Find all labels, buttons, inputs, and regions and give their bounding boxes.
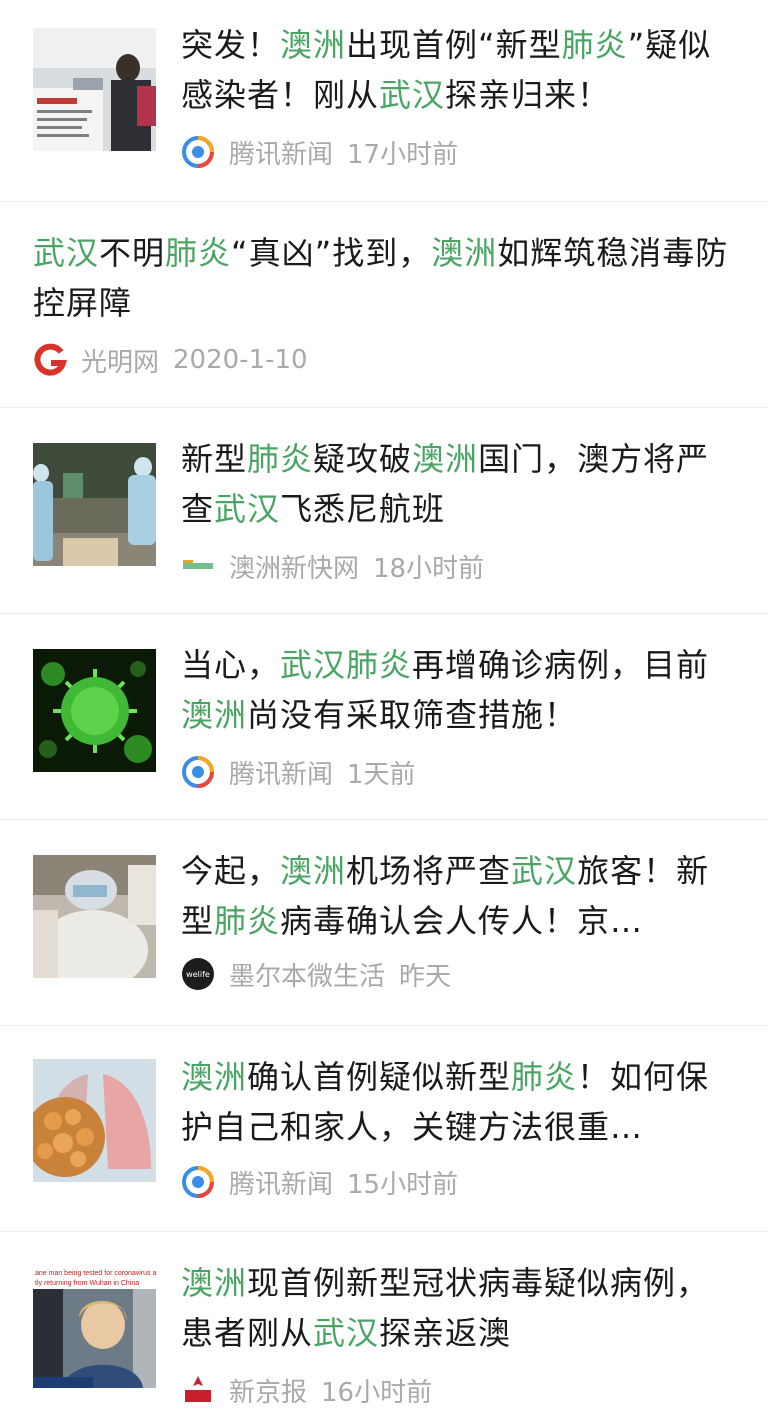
news-thumbnail-virus[interactable] [33,649,156,772]
title-text: 机场将严查 [346,852,512,890]
highlight-keyword: 澳洲 [181,1264,248,1302]
title-text: 疑攻破 [313,440,413,478]
title-text: 病毒确认会人传人！京… [280,902,644,940]
news-item[interactable]: 武汉不明肺炎“真凶”找到，澳洲如辉筑稳消毒防控屏障 光明网 2020-1-10 [0,202,768,408]
highlight-keyword: 澳洲 [181,696,248,734]
news-thumbnail-protective-suit[interactable] [33,855,156,978]
highlight-keyword: 肺炎 [165,234,232,272]
news-item[interactable]: 当心，武汉肺炎再增确诊病例，目前澳洲尚没有采取筛查措施！ 腾讯新闻 1天前 [0,614,768,820]
tencent-news-icon [182,1166,214,1198]
news-meta: 腾讯新闻 15小时前 [181,1164,458,1200]
news-thumbnail-lungs[interactable] [33,1059,156,1182]
title-text: 当心， [181,646,281,684]
news-feed: 突发！澳洲出现首例“新型肺炎”疑似感染者！刚从武汉探亲归来！ 腾讯新闻 17小时… [0,0,768,1424]
news-time: 1天前 [347,759,416,790]
welife-logo-text: welife [186,970,210,979]
title-text: 出现首例“新型 [346,26,562,64]
news-meta: 腾讯新闻 17小时前 [181,134,458,170]
highlight-keyword: 武汉 [214,490,281,528]
news-title[interactable]: 澳洲确认首例疑似新型肺炎！如何保护自己和家人，关键方法很重… [181,1052,726,1152]
news-title[interactable]: 当心，武汉肺炎再增确诊病例，目前澳洲尚没有采取筛查措施！ [181,640,726,740]
title-text: 探亲返澳 [379,1314,512,1352]
news-title[interactable]: 突发！澳洲出现首例“新型肺炎”疑似感染者！刚从武汉探亲归来！ [181,20,726,120]
highlight-keyword: 武汉 [379,76,446,114]
title-text: 飞悉尼航班 [280,490,446,528]
news-time: 16小时前 [321,1377,433,1408]
title-text: “真凶”找到， [231,234,432,272]
thumbnail-caption: tly returning from Wuhan in China [35,1280,139,1287]
news-item[interactable]: 新型肺炎疑攻破澳洲国门，澳方将严查武汉飞悉尼航班 澳洲新快网 18小时前 [0,408,768,614]
highlight-keyword: 肺炎 [561,26,628,64]
highlight-keyword: 武汉 [511,852,578,890]
news-item[interactable]: 澳洲确认首例疑似新型肺炎！如何保护自己和家人，关键方法很重… 腾讯新闻 15小时… [0,1026,768,1232]
news-time: 17小时前 [347,139,459,170]
news-meta: 澳洲新快网 18小时前 [181,548,484,584]
news-source[interactable]: 墨尔本微生活 [229,956,385,993]
news-time: 2020-1-10 [173,345,308,375]
news-meta: 光明网 2020-1-10 [33,342,308,378]
highlight-keyword: 武汉 [313,1314,380,1352]
title-text: 新型 [181,440,248,478]
news-time: 18小时前 [373,553,485,584]
news-source[interactable]: 光明网 [81,342,159,379]
news-item[interactable]: 突发！澳洲出现首例“新型肺炎”疑似感染者！刚从武汉探亲归来！ 腾讯新闻 17小时… [0,0,768,202]
news-time: 昨天 [399,961,452,992]
news-title[interactable]: 武汉不明肺炎“真凶”找到，澳洲如辉筑稳消毒防控屏障 [33,228,733,328]
news-title[interactable]: 澳洲现首例新型冠状病毒疑似病例，患者刚从武汉探亲返澳 [181,1258,726,1358]
news-thumbnail-airport[interactable] [33,28,156,151]
highlight-keyword: 澳洲 [280,26,347,64]
highlight-keyword: 澳洲 [431,234,498,272]
news-item[interactable]: ane man being tested for coronavirus a t… [0,1232,768,1424]
news-source[interactable]: 腾讯新闻 [229,134,333,171]
guangming-icon [34,343,67,376]
highlight-keyword: 澳洲 [412,440,479,478]
highlight-keyword: 肺炎 [247,440,314,478]
news-title[interactable]: 今起，澳洲机场将严查武汉旅客！新型肺炎病毒确认会人传人！京… [181,846,726,946]
news-time: 15小时前 [347,1169,459,1200]
title-text: 突发！ [181,26,281,64]
tencent-news-icon [182,136,214,168]
highlight-keyword: 澳洲 [181,1058,248,1096]
welife-icon: welife [182,958,214,990]
news-meta: 腾讯新闻 1天前 [181,754,416,790]
highlight-keyword: 肺炎 [346,646,413,684]
thumbnail-caption: ane man being tested for coronavirus a [35,1270,156,1277]
title-text: 探亲归来！ [445,76,611,114]
highlight-keyword: 武汉 [280,646,347,684]
news-thumbnail-patient[interactable]: ane man being tested for coronavirus a t… [33,1265,156,1388]
highlight-keyword: 肺炎 [214,902,281,940]
news-item[interactable]: 今起，澳洲机场将严查武汉旅客！新型肺炎病毒确认会人传人！京… welife 墨尔… [0,820,768,1026]
title-text: 今起， [181,852,281,890]
tencent-news-icon [182,756,214,788]
news-source[interactable]: 腾讯新闻 [229,1164,333,1201]
news-thumbnail-medics[interactable] [33,443,156,566]
highlight-keyword: 澳洲 [280,852,347,890]
title-text: 再增确诊病例，目前 [412,646,710,684]
xinjingbao-icon [182,1374,214,1406]
title-text: 尚没有采取筛查措施！ [247,696,578,734]
highlight-keyword: 武汉 [33,234,100,272]
news-meta: welife 墨尔本微生活 昨天 [181,956,451,992]
highlight-keyword: 肺炎 [511,1058,578,1096]
news-source[interactable]: 澳洲新快网 [229,548,359,585]
title-text: 不明 [99,234,166,272]
news-title[interactable]: 新型肺炎疑攻破澳洲国门，澳方将严查武汉飞悉尼航班 [181,434,726,534]
news-source[interactable]: 新京报 [229,1372,307,1409]
xinkuai-icon [182,558,214,574]
news-meta: 新京报 16小时前 [181,1372,432,1408]
news-source[interactable]: 腾讯新闻 [229,754,333,791]
title-text: 确认首例疑似新型 [247,1058,512,1096]
